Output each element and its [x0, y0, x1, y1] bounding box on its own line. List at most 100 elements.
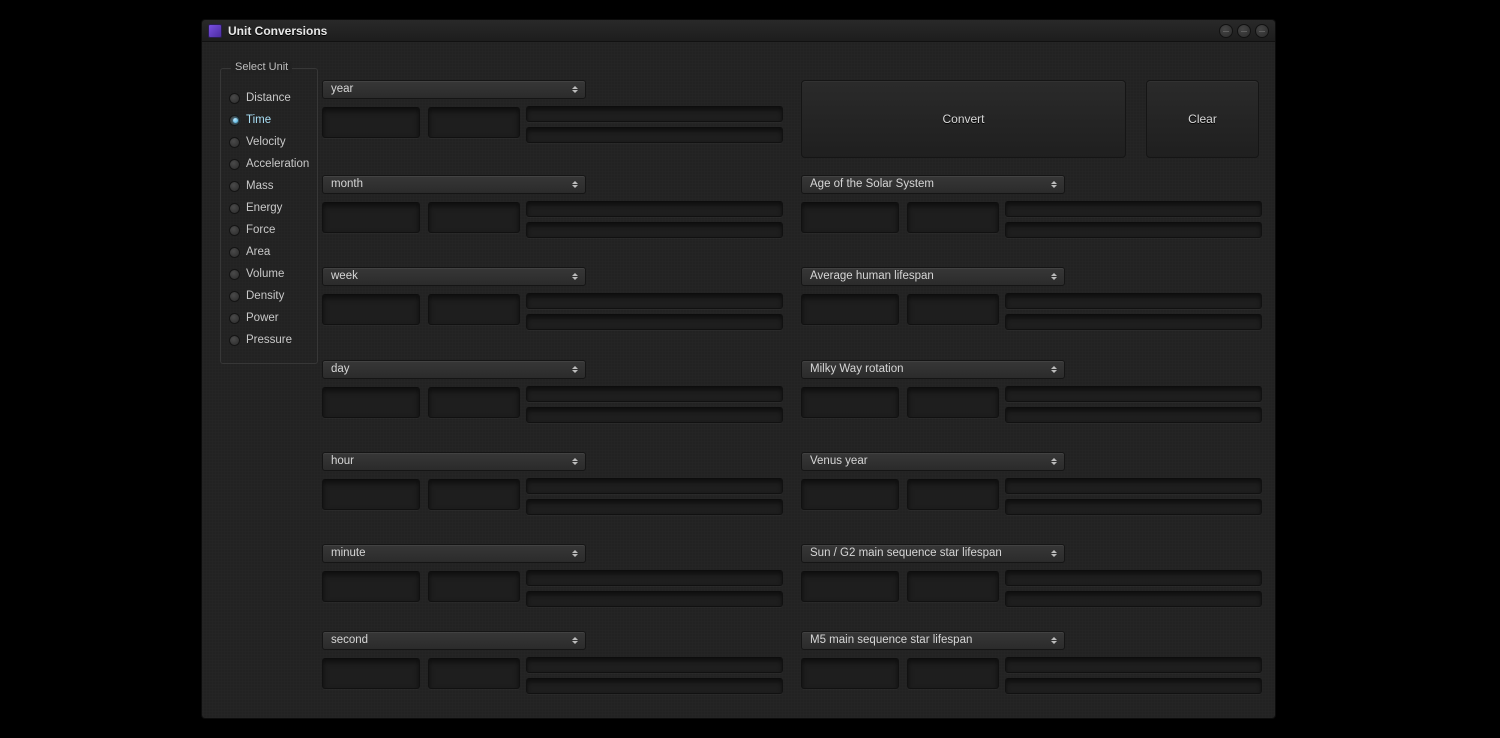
chevron-updown-icon — [1049, 268, 1059, 285]
value-field-a[interactable] — [801, 571, 899, 602]
unit-category-acceleration[interactable]: Acceleration — [229, 153, 309, 175]
radio-icon — [229, 115, 240, 126]
unit-select-label: week — [331, 270, 358, 282]
unit-select-label: Milky Way rotation — [810, 363, 904, 375]
unit-select-label: hour — [331, 455, 354, 467]
radio-icon — [229, 225, 240, 236]
unit-select-month[interactable]: month — [322, 175, 586, 194]
unit-select-venus-year[interactable]: Venus year — [801, 452, 1065, 471]
window-title: Unit Conversions — [228, 24, 1219, 38]
value-field-b[interactable] — [428, 658, 520, 689]
unit-select-sun-g2-main-sequence-star-lifespan[interactable]: Sun / G2 main sequence star lifespan — [801, 544, 1065, 563]
value-field-a[interactable] — [801, 479, 899, 510]
readout-bar-1 — [526, 657, 783, 673]
unit-category-distance[interactable]: Distance — [229, 87, 309, 109]
value-field-b[interactable] — [907, 202, 999, 233]
minimize-button[interactable] — [1219, 24, 1233, 38]
unit-category-volume[interactable]: Volume — [229, 263, 309, 285]
value-field-b[interactable] — [907, 387, 999, 418]
maximize-button[interactable] — [1237, 24, 1251, 38]
unit-category-force[interactable]: Force — [229, 219, 309, 241]
title-bar: Unit Conversions — [202, 20, 1275, 42]
value-field-b[interactable] — [907, 479, 999, 510]
conversion-row-average-human-lifespan: Average human lifespan — [801, 267, 1264, 342]
chevron-updown-icon — [570, 545, 580, 562]
readout-bar-1 — [526, 570, 783, 586]
unit-select-second[interactable]: second — [322, 631, 586, 650]
value-field-b[interactable] — [907, 294, 999, 325]
value-field-a[interactable] — [801, 658, 899, 689]
value-field-a[interactable] — [801, 387, 899, 418]
unit-select-year[interactable]: year — [322, 80, 586, 99]
readout-bar-1 — [1005, 201, 1262, 217]
value-field-b[interactable] — [428, 294, 520, 325]
unit-category-mass[interactable]: Mass — [229, 175, 309, 197]
radio-icon — [229, 137, 240, 148]
unit-category-label: Velocity — [246, 136, 286, 148]
readout-bar-2 — [1005, 591, 1262, 607]
unit-select-label: Age of the Solar System — [810, 178, 934, 190]
value-field-a[interactable] — [322, 387, 420, 418]
value-field-a[interactable] — [801, 202, 899, 233]
value-field-a[interactable] — [801, 294, 899, 325]
unit-select-m5-main-sequence-star-lifespan[interactable]: M5 main sequence star lifespan — [801, 631, 1065, 650]
unit-category-label: Density — [246, 290, 284, 302]
value-field-a[interactable] — [322, 571, 420, 602]
unit-category-pressure[interactable]: Pressure — [229, 329, 309, 351]
unit-category-area[interactable]: Area — [229, 241, 309, 263]
value-field-a[interactable] — [322, 479, 420, 510]
conversion-row-week: week — [322, 267, 785, 342]
value-field-a[interactable] — [322, 294, 420, 325]
value-field-b[interactable] — [428, 107, 520, 138]
value-field-b[interactable] — [907, 571, 999, 602]
chevron-updown-icon — [570, 81, 580, 98]
value-field-a[interactable] — [322, 202, 420, 233]
unit-select-milky-way-rotation[interactable]: Milky Way rotation — [801, 360, 1065, 379]
readout-bar-2 — [526, 499, 783, 515]
readout-bar-2 — [526, 314, 783, 330]
app-icon — [208, 24, 222, 38]
unit-category-label: Acceleration — [246, 158, 309, 170]
value-field-b[interactable] — [428, 387, 520, 418]
radio-icon — [229, 269, 240, 280]
conversion-row-month: month — [322, 175, 785, 250]
chevron-updown-icon — [570, 268, 580, 285]
chevron-updown-icon — [1049, 545, 1059, 562]
chevron-updown-icon — [1049, 176, 1059, 193]
app-window: Unit Conversions Select Unit DistanceTim… — [201, 19, 1276, 719]
value-field-b[interactable] — [428, 571, 520, 602]
conversion-row-second: second — [322, 631, 785, 706]
close-button[interactable] — [1255, 24, 1269, 38]
radio-icon — [229, 203, 240, 214]
chevron-updown-icon — [570, 361, 580, 378]
readout-bar-2 — [526, 407, 783, 423]
unit-select-age-of-the-solar-system[interactable]: Age of the Solar System — [801, 175, 1065, 194]
unit-select-label: Average human lifespan — [810, 270, 934, 282]
value-field-a[interactable] — [322, 658, 420, 689]
conversion-row-age-of-the-solar-system: Age of the Solar System — [801, 175, 1264, 250]
readout-bar-1 — [1005, 386, 1262, 402]
unit-category-density[interactable]: Density — [229, 285, 309, 307]
value-field-b[interactable] — [428, 202, 520, 233]
value-field-b[interactable] — [428, 479, 520, 510]
unit-select-week[interactable]: week — [322, 267, 586, 286]
unit-category-power[interactable]: Power — [229, 307, 309, 329]
readout-bar-2 — [1005, 314, 1262, 330]
unit-category-label: Volume — [246, 268, 284, 280]
readout-bar-1 — [526, 386, 783, 402]
unit-select-average-human-lifespan[interactable]: Average human lifespan — [801, 267, 1065, 286]
unit-select-day[interactable]: day — [322, 360, 586, 379]
unit-category-energy[interactable]: Energy — [229, 197, 309, 219]
radio-icon — [229, 181, 240, 192]
value-field-b[interactable] — [907, 658, 999, 689]
readout-bar-1 — [526, 293, 783, 309]
value-field-a[interactable] — [322, 107, 420, 138]
unit-category-time[interactable]: Time — [229, 109, 309, 131]
radio-icon — [229, 313, 240, 324]
unit-select-hour[interactable]: hour — [322, 452, 586, 471]
conversion-row-day: day — [322, 360, 785, 435]
readout-bar-1 — [1005, 657, 1262, 673]
unit-category-velocity[interactable]: Velocity — [229, 131, 309, 153]
unit-select-label: second — [331, 634, 368, 646]
unit-select-minute[interactable]: minute — [322, 544, 586, 563]
